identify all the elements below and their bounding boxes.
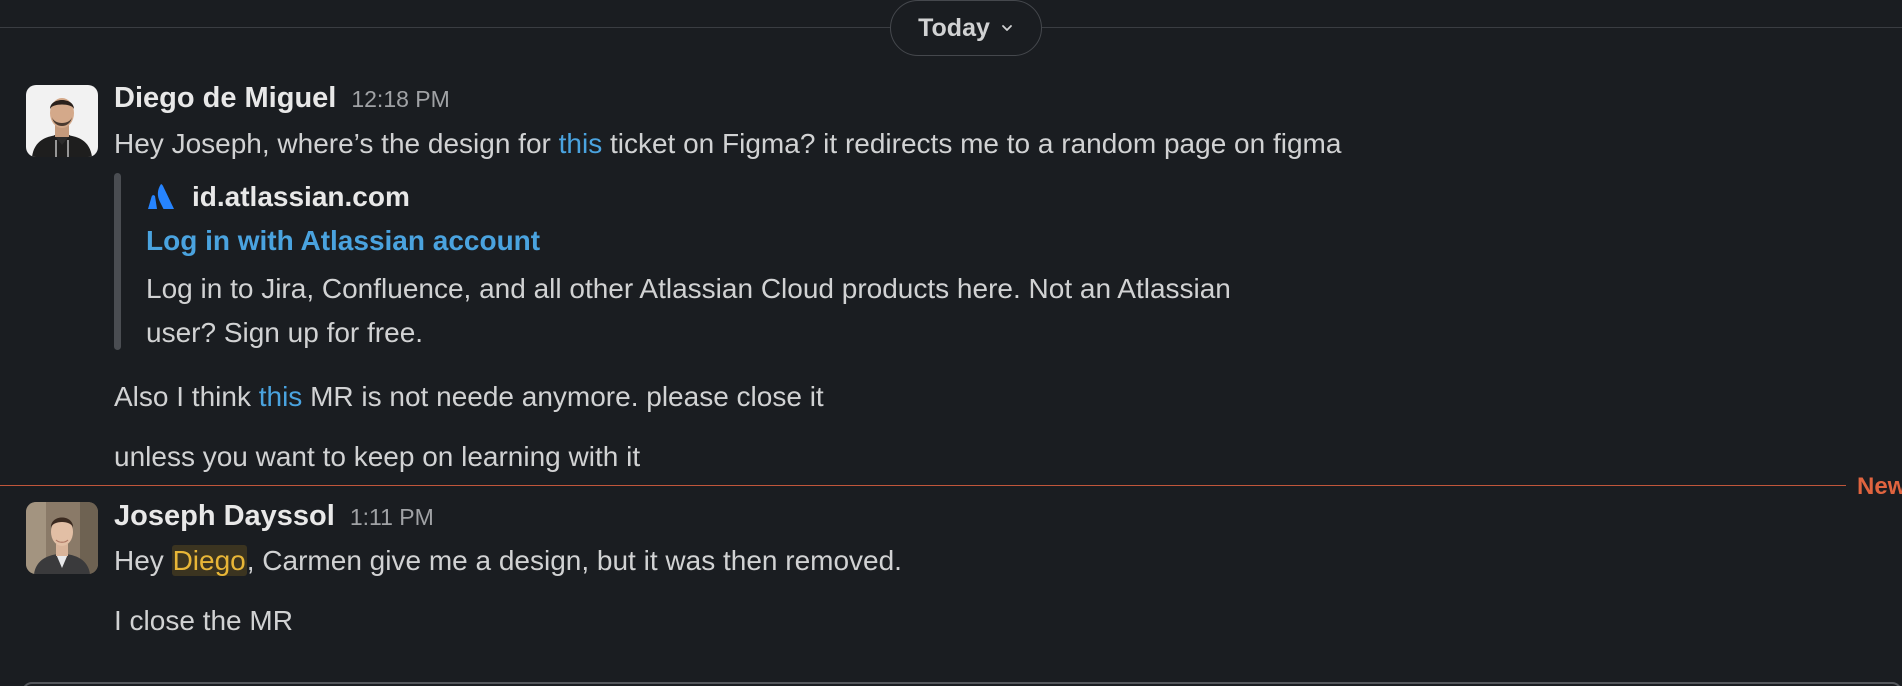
new-divider-line: [0, 485, 1846, 486]
message-composer[interactable]: [22, 682, 1902, 686]
avatar-diego-image: [26, 85, 98, 157]
text-segment: ticket on Figma? it redirects me to a ra…: [602, 128, 1342, 159]
new-messages-divider: New: [0, 473, 1902, 500]
mr-link[interactable]: this: [259, 381, 303, 412]
day-label: Today: [918, 13, 990, 42]
unfurl-site-name: id.atlassian.com: [192, 181, 410, 212]
avatar[interactable]: [26, 85, 98, 157]
message-text: I close the MR: [114, 605, 293, 636]
sender-name[interactable]: Joseph Dayssol: [114, 500, 335, 533]
unfurl-site: id.atlassian.com: [146, 181, 410, 213]
unfurl-description: Log in to Jira, Confluence, and all othe…: [146, 273, 1231, 348]
unfurl-title-link[interactable]: Log in with Atlassian account: [146, 225, 540, 257]
day-jump-button[interactable]: Today: [890, 0, 1042, 56]
message-text: Hey Diego, Carmen give me a design, but …: [114, 545, 902, 577]
chevron-down-icon: [1001, 25, 1012, 31]
ticket-link[interactable]: this: [559, 128, 603, 159]
text-segment: MR is not neede anymore. please close it: [302, 381, 824, 412]
atlassian-logo-icon: [148, 184, 174, 209]
text-segment: Also I think: [114, 381, 259, 412]
message-timestamp[interactable]: 12:18 PM: [351, 86, 449, 113]
link-unfurl: id.atlassian.com Log in with Atlassian a…: [114, 173, 1294, 350]
user-mention[interactable]: Diego: [171, 545, 247, 576]
message-timestamp[interactable]: 1:11 PM: [350, 504, 434, 531]
new-label: New: [1857, 473, 1902, 500]
day-divider: Today: [0, 0, 1902, 56]
avatar[interactable]: [26, 502, 98, 574]
text-segment: , Carmen give me a design, but it was th…: [246, 545, 902, 576]
unfurl-accent-bar: [114, 173, 121, 350]
message-pane: Today Diego de Miguel 12:18 PM Hey Josep…: [0, 0, 1902, 686]
message-header: Joseph Dayssol 1:11 PM: [114, 500, 434, 533]
text-segment: Hey Joseph, where’s the design for: [114, 128, 559, 159]
sender-name[interactable]: Diego de Miguel: [114, 82, 336, 115]
avatar-joseph-image: [26, 502, 98, 574]
message-text: Hey Joseph, where’s the design for this …: [114, 128, 1341, 160]
message-header: Diego de Miguel 12:18 PM: [114, 82, 450, 115]
message-text: unless you want to keep on learning with…: [114, 441, 641, 472]
message-text: Also I think this MR is not neede anymor…: [114, 381, 824, 413]
text-segment: Hey: [114, 545, 172, 576]
